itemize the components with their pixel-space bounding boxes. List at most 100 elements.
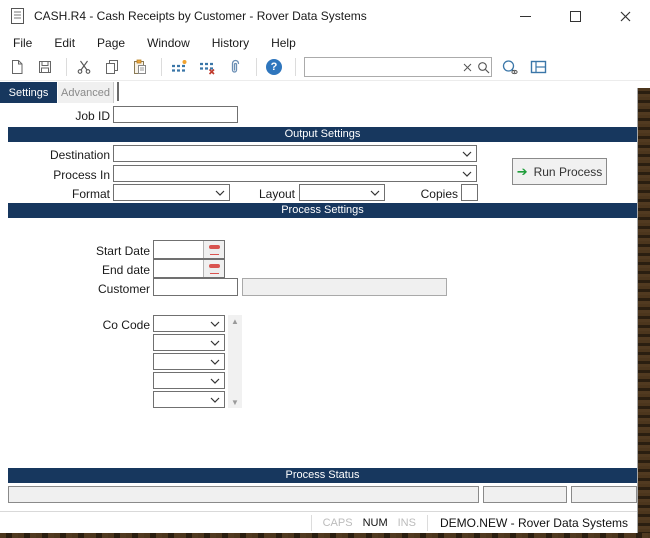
new-document-button[interactable] — [5, 56, 29, 78]
toolbar-separator — [66, 58, 67, 76]
menu-help[interactable]: Help — [260, 33, 307, 53]
statusbar: CAPS NUM INS DEMO.NEW - Rover Data Syste… — [0, 511, 650, 533]
paste-icon — [134, 59, 146, 74]
minimize-button[interactable] — [504, 0, 546, 32]
close-icon — [620, 11, 630, 21]
toolbar-separator — [295, 58, 296, 76]
menu-file[interactable]: File — [2, 33, 43, 53]
end-date-label: End date — [101, 263, 150, 277]
destination-label: Destination — [49, 148, 110, 162]
job-id-field-wrap — [113, 106, 238, 123]
process-in-select[interactable] — [113, 165, 477, 182]
save-button[interactable] — [33, 56, 57, 78]
end-date-calendar-button[interactable] — [203, 260, 224, 277]
destination-select[interactable] — [113, 145, 477, 162]
caps-indicator: CAPS — [322, 516, 353, 529]
copies-label: Copies — [420, 187, 458, 201]
tab-settings[interactable]: Settings — [0, 82, 57, 103]
cut-icon — [77, 60, 91, 74]
titlebar: CASH.R4 - Cash Receipts by Customer - Ro… — [0, 0, 650, 32]
menu-history[interactable]: History — [201, 33, 260, 53]
delete-rows-button[interactable] — [195, 56, 219, 78]
customer-input[interactable] — [154, 279, 237, 295]
job-id-label: Job ID — [75, 109, 110, 123]
process-status-field-3 — [571, 486, 637, 503]
process-settings-title: Process Settings — [281, 204, 364, 216]
chevron-down-icon — [210, 321, 220, 327]
layout-select[interactable] — [299, 184, 385, 201]
search-clear-icon[interactable] — [459, 59, 475, 75]
format-label: Format — [71, 187, 110, 201]
customer-label: Customer — [97, 282, 150, 296]
customer-field-wrap — [153, 278, 238, 296]
statusbar-separator — [426, 514, 428, 531]
end-date-field — [153, 259, 225, 278]
co-code-select-2[interactable] — [153, 334, 225, 351]
menu-window[interactable]: Window — [136, 33, 201, 53]
help-icon: ? — [266, 59, 282, 75]
co-code-select-4[interactable] — [153, 372, 225, 389]
tab-advanced-label: Advanced — [61, 86, 110, 99]
toolbar-search — [304, 57, 492, 77]
layout-button[interactable] — [526, 56, 550, 78]
num-indicator: NUM — [362, 516, 388, 529]
close-button[interactable] — [604, 0, 646, 32]
app-icon — [11, 8, 24, 24]
layout-label: Layout — [258, 187, 295, 201]
chevron-down-icon — [210, 340, 220, 346]
app-window: CASH.R4 - Cash Receipts by Customer - Ro… — [0, 0, 650, 538]
start-date-field — [153, 240, 225, 259]
scroll-down-icon[interactable]: ▼ — [228, 396, 242, 408]
copies-input[interactable] — [462, 185, 477, 200]
co-code-select-5[interactable] — [153, 391, 225, 408]
tabstrip-endcap — [117, 82, 119, 101]
output-settings-header: Output Settings — [8, 127, 637, 142]
search-icon[interactable] — [475, 59, 491, 75]
chevron-down-icon — [210, 359, 220, 365]
calendar-icon — [208, 244, 220, 255]
insert-rows-icon — [171, 60, 186, 72]
attach-button[interactable] — [223, 56, 247, 78]
tabstrip: Settings Advanced — [0, 82, 119, 103]
menu-page[interactable]: Page — [86, 33, 136, 53]
maximize-button[interactable] — [554, 0, 596, 32]
job-id-input[interactable] — [114, 107, 237, 122]
toolbar-separator — [256, 58, 257, 76]
chevron-down-icon — [370, 190, 380, 196]
statusbar-message: DEMO.NEW - Rover Data Systems — [439, 515, 628, 530]
start-date-input[interactable] — [154, 241, 203, 258]
help-button[interactable]: ? — [262, 56, 286, 78]
copies-field-wrap — [461, 184, 478, 201]
process-settings-header: Process Settings — [8, 203, 637, 218]
attach-icon — [231, 59, 240, 73]
ins-indicator: INS — [397, 516, 416, 529]
paste-button[interactable] — [128, 56, 152, 78]
end-date-input[interactable] — [154, 260, 203, 277]
new-document-icon — [12, 60, 23, 74]
scroll-up-icon[interactable]: ▲ — [228, 315, 242, 327]
format-select[interactable] — [113, 184, 230, 201]
run-process-button[interactable]: ➔ Run Process — [512, 158, 607, 185]
save-icon — [39, 61, 51, 73]
chevron-down-icon — [462, 171, 472, 177]
menu-edit[interactable]: Edit — [43, 33, 86, 53]
minimize-icon — [519, 15, 531, 17]
tab-advanced[interactable]: Advanced — [58, 82, 114, 103]
insert-rows-button[interactable] — [167, 56, 191, 78]
desktop-background — [638, 88, 650, 538]
preview-button[interactable] — [498, 56, 522, 78]
start-date-calendar-button[interactable] — [203, 241, 224, 258]
process-in-label: Process In — [53, 168, 110, 182]
co-code-select-1[interactable] — [153, 315, 225, 332]
search-input[interactable] — [305, 60, 459, 74]
window-title: CASH.R4 - Cash Receipts by Customer - Ro… — [34, 9, 367, 23]
output-settings-title: Output Settings — [284, 128, 361, 140]
process-status-header: Process Status — [8, 468, 637, 483]
tab-settings-label: Settings — [8, 86, 49, 99]
cut-button[interactable] — [72, 56, 96, 78]
co-code-select-3[interactable] — [153, 353, 225, 370]
menubar: File Edit Page Window History Help — [0, 32, 650, 54]
co-code-scrollbar[interactable]: ▲ ▼ — [228, 315, 242, 408]
run-process-label: Run Process — [533, 164, 603, 179]
copy-button[interactable] — [100, 56, 124, 78]
